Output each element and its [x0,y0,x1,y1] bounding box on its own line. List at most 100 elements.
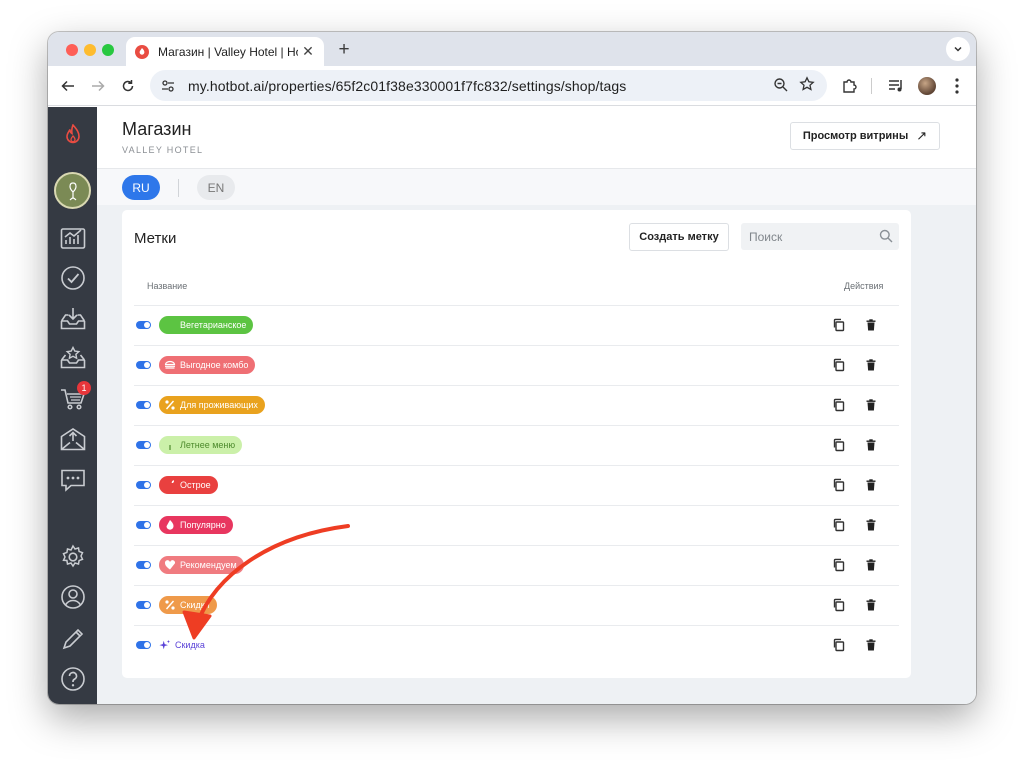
back-arrow-icon[interactable] [56,74,80,98]
site-settings-icon[interactable] [160,78,176,94]
trash-icon[interactable] [864,638,878,652]
tag-pill[interactable]: Выгодное комбо [159,356,256,374]
lang-tab-en[interactable]: EN [197,175,235,200]
more-menu-icon[interactable] [947,76,967,96]
tag-enabled-toggle[interactable] [136,401,151,409]
minimize-window-button[interactable] [84,44,96,56]
language-switcher: RU EN [97,169,976,205]
table-row: Скидка [134,625,899,665]
profile-avatar[interactable] [918,77,936,95]
tag-enabled-toggle[interactable] [136,481,151,489]
tab-title: Магазин | Valley Hotel | Hotbot [158,44,298,59]
table-row: Вегетарианское [134,305,899,345]
sparkle-icon [159,639,171,651]
forward-arrow-icon[interactable] [86,74,110,98]
view-storefront-button[interactable]: Просмотр витрины ↗ [790,122,940,150]
leaf-icon [164,319,176,331]
browser-window: Магазин | Valley Hotel | Hotbot ✕ + my.h… [48,32,976,704]
tags-card: Метки Создать метку Название Действия Ве… [122,210,911,678]
tag-enabled-toggle[interactable] [136,321,151,329]
zoom-icon[interactable] [773,77,789,98]
tag-enabled-toggle[interactable] [136,521,151,529]
tag-label: Скидки [180,600,210,610]
maximize-window-button[interactable] [102,44,114,56]
settings-gear-icon[interactable] [60,544,86,570]
tag-enabled-toggle[interactable] [136,601,151,609]
create-tag-button[interactable]: Создать метку [629,223,729,251]
copy-icon[interactable] [832,518,846,532]
table-row: Популярно [134,505,899,545]
trash-icon[interactable] [864,438,878,452]
address-bar[interactable]: my.hotbot.ai/properties/65f2c01f38e33000… [150,70,827,101]
copy-icon[interactable] [832,358,846,372]
tag-pill[interactable]: Рекомендуем [159,556,244,574]
tag-pill[interactable]: Вегетарианское [159,316,254,334]
burger-icon [164,359,176,371]
tag-label: Острое [180,480,211,490]
tag-enabled-toggle[interactable] [136,441,151,449]
trash-icon[interactable] [864,358,878,372]
browser-toolbar: my.hotbot.ai/properties/65f2c01f38e33000… [48,66,976,106]
lang-tab-ru[interactable]: RU [122,175,160,200]
tag-label: Скидка [175,640,205,650]
account-user-icon[interactable] [60,584,86,610]
hotbot-logo-icon[interactable] [60,122,86,148]
edit-pencil-icon[interactable] [60,626,86,652]
tag-enabled-toggle[interactable] [136,641,151,649]
table-row: Для проживающих [134,385,899,425]
table-row: Острое [134,465,899,505]
mail-outbox-icon[interactable] [60,426,86,452]
trash-icon[interactable] [864,518,878,532]
copy-icon[interactable] [832,478,846,492]
inbox-download-icon[interactable] [60,306,86,332]
tag-pill[interactable]: Популярно [159,516,233,534]
tag-pill[interactable]: Летнее меню [159,436,243,454]
tag-pill[interactable]: Скидки [159,596,217,614]
tag-label: Популярно [180,520,226,530]
lang-divider [178,179,179,197]
tab-strip: Магазин | Valley Hotel | Hotbot ✕ + [48,32,976,66]
favorites-star-tray-icon[interactable] [60,345,86,371]
browser-tab-active[interactable]: Магазин | Valley Hotel | Hotbot ✕ [126,37,324,66]
tasks-check-icon[interactable] [60,265,86,291]
trash-icon[interactable] [864,398,878,412]
tab-search-chevron-icon[interactable] [946,37,970,61]
tab-close-icon[interactable]: ✕ [300,43,316,60]
bookmark-star-icon[interactable] [799,76,815,97]
tag-pill[interactable]: Острое [159,476,218,494]
copy-icon[interactable] [832,318,846,332]
copy-icon[interactable] [832,398,846,412]
trash-icon[interactable] [864,478,878,492]
cart-badge: 1 [77,381,91,395]
close-window-button[interactable] [66,44,78,56]
help-question-icon[interactable] [60,666,86,692]
property-avatar[interactable] [54,172,91,209]
tag-enabled-toggle[interactable] [136,361,151,369]
toolbar-divider [871,78,872,94]
extensions-puzzle-icon[interactable] [839,76,859,96]
tag-pill[interactable]: Скидка [159,636,212,654]
reload-icon[interactable] [116,74,140,98]
search-box [741,223,899,250]
tag-enabled-toggle[interactable] [136,561,151,569]
pepper-icon [164,479,176,491]
search-input[interactable] [741,223,871,250]
media-queue-icon[interactable] [886,76,906,96]
tag-pill[interactable]: Для проживающих [159,396,265,414]
copy-icon[interactable] [832,438,846,452]
copy-icon[interactable] [832,638,846,652]
tag-label: Летнее меню [180,440,236,450]
trash-icon[interactable] [864,598,878,612]
copy-icon[interactable] [832,598,846,612]
search-icon[interactable] [879,229,893,248]
trash-icon[interactable] [864,558,878,572]
new-tab-button[interactable]: + [334,39,354,61]
copy-icon[interactable] [832,558,846,572]
main-content: Магазин VALLEY HOTEL Просмотр витрины ↗ … [97,107,976,704]
analytics-chart-icon[interactable] [60,225,86,251]
url-text: my.hotbot.ai/properties/65f2c01f38e33000… [188,77,627,94]
tag-label: Для проживающих [180,400,258,410]
trash-icon[interactable] [864,318,878,332]
app-sidebar: 1 [48,107,97,704]
chat-bubble-icon[interactable] [60,467,86,493]
